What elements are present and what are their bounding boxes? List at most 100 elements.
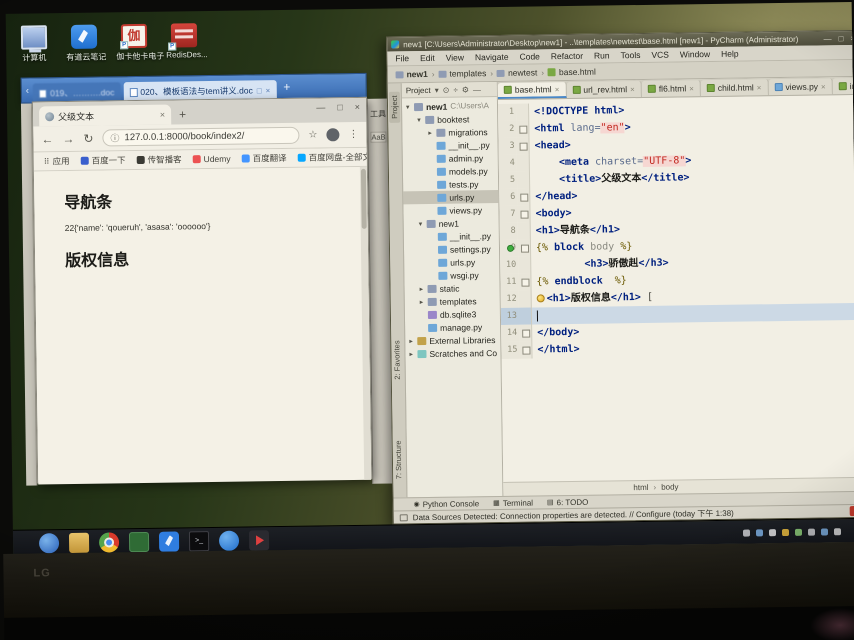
tray-icon[interactable] xyxy=(807,528,816,536)
tree-item-templates[interactable]: ▸ templates xyxy=(405,294,500,308)
tree-item-booktest[interactable]: ▾ booktest xyxy=(402,112,497,126)
tray-icon[interactable] xyxy=(820,528,829,536)
browser-minimize-button[interactable]: — xyxy=(316,102,325,112)
wps-tab-close-icon[interactable]: × xyxy=(266,86,271,95)
toolwindow-Terminal[interactable]: ▦ Terminal xyxy=(493,498,533,508)
tree-chevron-icon[interactable]: ▸ xyxy=(420,297,428,306)
stripe-structure-tab[interactable]: 7: Structure xyxy=(394,441,404,480)
menu-vcs[interactable]: VCS xyxy=(651,50,669,60)
menu-run[interactable]: Run xyxy=(594,50,610,60)
fold-marker[interactable] xyxy=(518,273,532,291)
tree-item-__init__.py[interactable]: __init__.py xyxy=(404,229,499,243)
bookmark-item[interactable]: 百度网盘-全部文件 xyxy=(297,151,367,164)
bookmark-item[interactable]: 百度一下 xyxy=(80,154,126,167)
editor-tab-url_rev.html[interactable]: url_rev.html × xyxy=(566,80,642,99)
fold-marker[interactable] xyxy=(506,239,532,257)
hide-panel-icon[interactable]: — xyxy=(473,85,481,94)
tree-chevron-icon[interactable]: ▾ xyxy=(406,103,414,111)
gear-icon[interactable]: ⚙ xyxy=(462,85,469,94)
desktop-icon-computer[interactable]: 计算机 xyxy=(16,25,53,63)
editor-tab-index2.html[interactable]: index2.html× xyxy=(832,77,854,95)
notification-icon[interactable] xyxy=(399,513,408,521)
wps-new-tab-button[interactable]: + xyxy=(283,80,290,94)
menu-view[interactable]: View xyxy=(446,52,464,62)
reload-icon[interactable]: ↻ xyxy=(83,131,93,145)
intention-bulb-icon[interactable] xyxy=(536,294,545,303)
taskbar-console-icon[interactable]: >_ xyxy=(188,530,210,551)
editor-tab-close-icon[interactable]: × xyxy=(689,84,694,93)
tree-item-tests.py[interactable]: tests.py xyxy=(403,177,498,191)
toolwindow-6--TODO[interactable]: ▤ 6: TODO xyxy=(547,497,588,507)
pycharm-minimize-button[interactable]: — xyxy=(824,34,832,43)
tree-item-admin.py[interactable]: admin.py xyxy=(403,151,498,165)
browser-maximize-button[interactable]: □ xyxy=(337,102,343,112)
breadcrumb-newtest[interactable]: newtest xyxy=(496,67,537,78)
stripe-favorites-tab[interactable]: 2: Favorites xyxy=(392,340,402,379)
browser-menu-icon[interactable]: ⋮ xyxy=(348,129,358,140)
toolwindow-Python-Console[interactable]: ◉ Python Console xyxy=(414,499,480,509)
tree-item-views.py[interactable]: views.py xyxy=(403,203,498,217)
tree-chevron-icon[interactable]: ▸ xyxy=(409,337,417,345)
wps-tools-label[interactable]: 工具 xyxy=(368,109,388,120)
tray-icon[interactable] xyxy=(768,529,777,537)
editor-tab-child.html[interactable]: child.html × xyxy=(700,79,769,97)
tree-item-urls.py[interactable]: urls.py xyxy=(403,189,499,205)
event-log-alert-icon[interactable] xyxy=(849,505,854,517)
pycharm-maximize-button[interactable]: □ xyxy=(839,34,844,43)
new-tab-button[interactable]: + xyxy=(179,107,186,121)
tray-icon[interactable] xyxy=(755,529,764,537)
editor-tab-views.py[interactable]: views.py × xyxy=(768,78,833,96)
breadcrumb-templates[interactable]: templates xyxy=(438,68,486,79)
collapse-all-icon[interactable]: ÷ xyxy=(453,85,458,94)
tree-chevron-icon[interactable]: ▸ xyxy=(420,284,428,293)
tree-chevron-icon[interactable]: ▾ xyxy=(417,116,425,124)
menu-navigate[interactable]: Navigate xyxy=(475,52,509,62)
taskbar-youdao-icon[interactable] xyxy=(158,530,180,552)
browser-close-button[interactable]: × xyxy=(355,102,360,112)
address-bar[interactable]: ⓘ 127.0.0.1:8000/book/index2/ xyxy=(102,126,300,147)
desktop-icon-gakataka[interactable]: 伽 P 伽卡他卡电子 xyxy=(116,23,164,62)
tree-item-new1[interactable]: ▾ new1 xyxy=(404,216,499,230)
tray-icon[interactable] xyxy=(794,528,803,536)
locate-icon[interactable]: ⊙ xyxy=(443,85,450,94)
editor-breadcrumb-body[interactable]: body xyxy=(661,483,678,492)
tree-item-static[interactable]: ▸ static xyxy=(404,281,499,295)
fold-marker[interactable] xyxy=(519,341,533,359)
tray-icon[interactable] xyxy=(781,528,790,537)
desktop-icon-youdao[interactable]: 有道云笔记 xyxy=(66,24,106,63)
pycharm-close-button[interactable]: × xyxy=(850,33,854,42)
editor-breadcrumb-html[interactable]: html xyxy=(633,483,648,492)
menu-edit[interactable]: Edit xyxy=(420,53,435,63)
editor-tab-close-icon[interactable]: × xyxy=(821,82,826,91)
menu-tools[interactable]: Tools xyxy=(621,50,641,60)
profile-avatar[interactable] xyxy=(326,128,340,142)
back-icon[interactable]: ← xyxy=(41,132,53,146)
editor-tab-close-icon[interactable]: × xyxy=(555,85,560,94)
stripe-project-tab[interactable]: Project xyxy=(388,91,401,123)
tray-icon[interactable] xyxy=(833,528,842,536)
menu-code[interactable]: Code xyxy=(519,51,539,61)
editor-tab-close-icon[interactable]: × xyxy=(630,85,635,94)
menu-window[interactable]: Window xyxy=(680,49,710,59)
tree-item-urls.py[interactable]: urls.py xyxy=(404,255,499,269)
bookmark-item[interactable]: Udemy xyxy=(192,154,231,165)
breadcrumb-base.html[interactable]: base.html xyxy=(547,67,596,78)
breadcrumb-new1[interactable]: new1 xyxy=(395,69,428,79)
wps-tab-pin-icon[interactable]: □ xyxy=(257,86,262,95)
taskbar-screen-icon[interactable] xyxy=(128,531,150,552)
editor-tab-base.html[interactable]: base.html × xyxy=(497,82,567,99)
fold-marker[interactable] xyxy=(517,188,531,206)
wps-tab-scroll-left-icon[interactable]: ‹ xyxy=(26,85,29,96)
template-block-mark-icon[interactable] xyxy=(506,244,515,252)
tab-close-icon[interactable]: × xyxy=(160,110,165,120)
tree-item-wsgi.py[interactable]: wsgi.py xyxy=(404,268,499,282)
taskbar-player-icon[interactable] xyxy=(248,529,270,551)
tray-icon[interactable] xyxy=(742,529,751,537)
editor-tab-close-icon[interactable]: × xyxy=(757,83,762,92)
bookmark-item[interactable]: 百度翻译 xyxy=(241,152,287,165)
tree-item-settings.py[interactable]: settings.py xyxy=(404,242,499,256)
tree-item-__init__.py[interactable]: __init__.py xyxy=(402,138,497,152)
fold-marker[interactable] xyxy=(517,205,531,223)
tree-item-External-Libraries[interactable]: ▸ External Libraries xyxy=(405,333,500,347)
tree-chevron-icon[interactable]: ▸ xyxy=(409,350,417,358)
